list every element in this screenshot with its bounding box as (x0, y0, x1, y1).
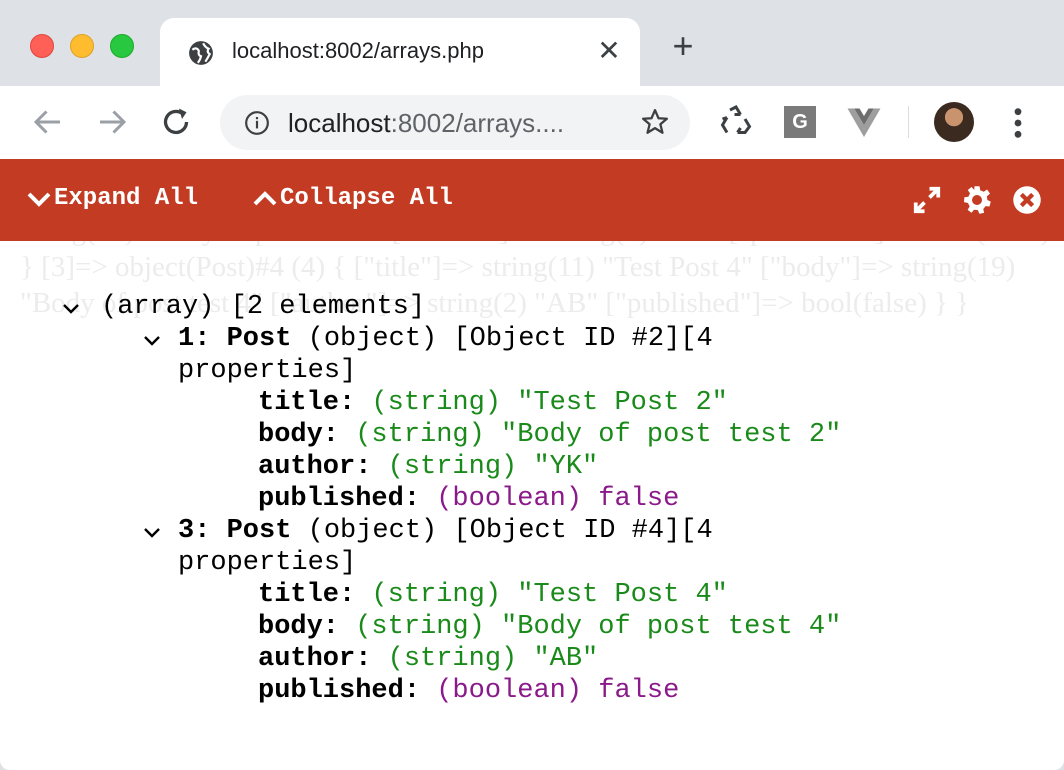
address-bar[interactable]: localhost:8002/arrays.... (220, 95, 690, 150)
expand-all-label: Expand All (54, 185, 199, 212)
prop-row: title: (string) "Test Post 2" (258, 387, 728, 419)
prop-row: body: (string) "Body of post test 2" (258, 419, 841, 451)
collapse-all-button[interactable]: Collapse All (252, 185, 453, 212)
prop-type: (string) (355, 420, 485, 450)
prop-type: (string) (355, 612, 485, 642)
prop-row: published: (boolean) false (258, 675, 679, 707)
item-meta: [Object ID #4][4 (453, 516, 713, 546)
google-g-icon[interactable]: G (784, 106, 816, 138)
item-meta: [Object ID #2][4 (453, 324, 713, 354)
more-vert-icon[interactable] (1006, 106, 1030, 140)
tree-root-row[interactable]: (array) [2 elements] (101, 291, 425, 323)
prop-row: published: (boolean) false (258, 483, 679, 515)
item-class: Post (226, 324, 292, 354)
item-meta-continued: properties] (178, 548, 357, 578)
prop-name: author: (258, 452, 372, 482)
prop-value: "YK" (533, 452, 599, 482)
maximize-window-button[interactable] (110, 34, 134, 58)
close-icon[interactable] (1012, 185, 1042, 215)
gear-icon[interactable] (962, 185, 992, 215)
prop-type: (string) (387, 452, 518, 482)
item-meta-continued: properties] (178, 356, 357, 386)
tab-close-icon[interactable]: ✕ (594, 34, 624, 68)
item-class: Post (226, 516, 292, 546)
prop-type: (string) (371, 388, 502, 418)
collapse-all-label: Collapse All (280, 185, 453, 212)
kint-toolbar: Expand All Collapse All (0, 159, 1064, 241)
prop-type: (string) (387, 644, 518, 674)
chevron-down-icon[interactable] (60, 298, 82, 320)
google-g-label: G (792, 111, 808, 133)
prop-name: published: (258, 676, 421, 706)
prop-name: body: (258, 612, 340, 642)
expand-window-icon[interactable] (912, 185, 942, 215)
info-icon[interactable] (244, 110, 270, 136)
chevron-down-icon[interactable] (141, 330, 163, 352)
tab-title: localhost:8002/arrays.php (232, 38, 484, 63)
browser-window: localhost:8002/arrays.php ✕ + localhost:… (0, 0, 1064, 770)
prop-row: author: (string) "AB" (258, 643, 598, 675)
item-key: 3: (178, 516, 211, 546)
prop-row: author: (string) "YK" (258, 451, 598, 483)
globe-icon (189, 41, 213, 65)
prop-name: title: (258, 388, 356, 418)
chevron-down-icon (27, 192, 51, 207)
chevron-up-icon (253, 190, 277, 205)
prop-value: "Body of post test 4" (501, 612, 842, 642)
tree-item-row[interactable]: 3: Post (object) [Object ID #4][4 (178, 515, 713, 547)
expand-all-button[interactable]: Expand All (26, 185, 198, 212)
prop-name: body: (258, 420, 340, 450)
close-window-button[interactable] (30, 34, 54, 58)
prop-row: title: (string) "Test Post 4" (258, 579, 728, 611)
url-text[interactable]: localhost:8002/arrays.... (288, 108, 564, 139)
forward-arrow-icon[interactable] (94, 104, 130, 140)
root-label: (array) [2 elements] (101, 292, 426, 322)
vue-icon[interactable] (846, 104, 882, 140)
avatar[interactable] (934, 102, 974, 142)
chevron-down-icon[interactable] (141, 522, 163, 544)
prop-value: "Test Post 2" (517, 388, 728, 418)
prop-name: title: (258, 580, 356, 610)
toolbar-separator (908, 106, 909, 138)
prop-type: (boolean) (436, 676, 583, 706)
reload-icon[interactable] (158, 104, 194, 140)
prop-type: (string) (371, 580, 502, 610)
prop-name: published: (258, 484, 421, 514)
prop-name: author: (258, 644, 372, 674)
minimize-window-button[interactable] (70, 34, 94, 58)
item-key: 1: (178, 324, 211, 354)
url-host: localhost (288, 108, 391, 138)
prop-value: "Body of post test 2" (501, 420, 842, 450)
star-icon[interactable] (640, 107, 670, 137)
browser-toolbar: localhost:8002/arrays.... G (0, 86, 1064, 159)
tab-active[interactable]: localhost:8002/arrays.php ✕ (160, 18, 640, 86)
url-rest: :8002/arrays.... (390, 108, 565, 138)
prop-row: body: (string) "Body of post test 4" (258, 611, 841, 643)
prop-value: "Test Post 4" (517, 580, 728, 610)
item-type: (object) (307, 324, 438, 354)
tree-item-row[interactable]: 1: Post (object) [Object ID #2][4 (178, 323, 713, 355)
prop-value: false (598, 676, 680, 706)
prop-value: false (598, 484, 680, 514)
tab-strip: localhost:8002/arrays.php ✕ + (0, 0, 1064, 86)
new-tab-plus-icon[interactable]: + (668, 28, 698, 64)
back-arrow-icon[interactable] (30, 104, 66, 140)
page-content: array(2) { [1]=> object(Post)#2 (4) { ["… (0, 159, 1064, 770)
prop-value: "AB" (533, 644, 599, 674)
recycle-icon[interactable] (718, 104, 754, 140)
item-type: (object) (307, 516, 438, 546)
prop-type: (boolean) (436, 484, 583, 514)
